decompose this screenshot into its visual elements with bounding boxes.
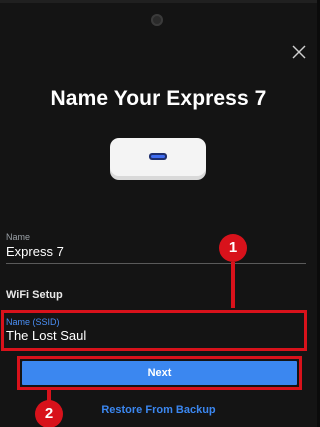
ssid-input[interactable] — [6, 328, 296, 343]
camera-icon — [151, 14, 163, 26]
device-name-label: Name — [6, 232, 31, 242]
wifi-setup-heading: WiFi Setup — [6, 289, 63, 301]
device-name-underline — [6, 263, 306, 264]
step-1-badge: 1 — [219, 234, 247, 262]
close-icon — [292, 45, 306, 59]
ssid-label: Name (SSID) — [6, 317, 60, 327]
step-1-arrow — [231, 262, 235, 308]
setup-screen: Name Your Express 7 Name Express 7 WiFi … — [0, 0, 317, 427]
page-title: Name Your Express 7 — [50, 87, 267, 110]
close-button[interactable] — [290, 43, 308, 61]
step-2-badge: 2 — [35, 400, 63, 427]
express-device-icon — [108, 135, 208, 183]
device-name-input[interactable]: Express 7 — [6, 244, 64, 259]
top-edge — [0, 0, 317, 3]
next-button[interactable]: Next — [22, 361, 297, 385]
